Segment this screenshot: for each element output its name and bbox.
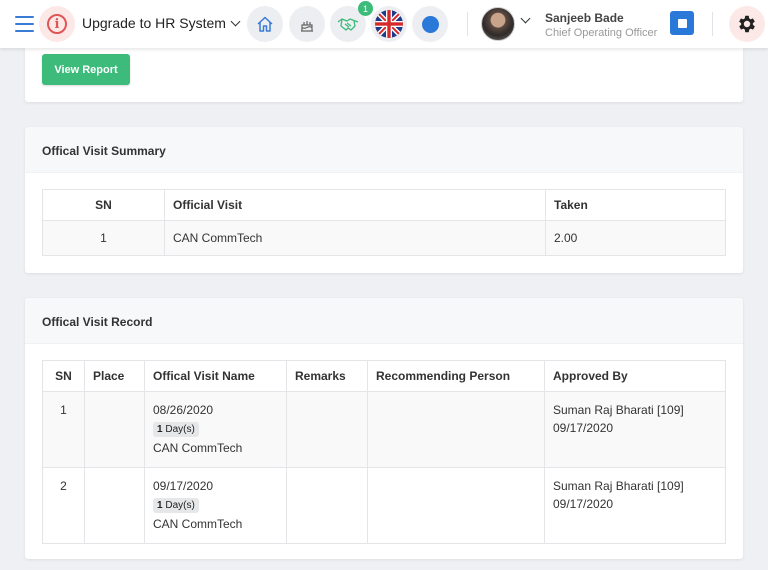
calendar-button[interactable] xyxy=(670,11,694,35)
column-header: Taken xyxy=(545,189,726,221)
visit-date: 08/26/2020 xyxy=(153,403,214,417)
column-header: Offical Visit Name xyxy=(144,360,287,392)
visit-date: 09/17/2020 xyxy=(153,479,214,493)
hamburger-icon[interactable] xyxy=(15,16,34,32)
column-header: Place xyxy=(84,360,145,392)
user-role: Chief Operating Officer xyxy=(545,27,658,39)
info-icon: i xyxy=(47,14,67,34)
birthday-button[interactable] xyxy=(289,6,325,42)
table-row: 2 09/17/2020 1 Day(s) CAN CommTech Suman… xyxy=(42,467,726,544)
upgrade-dropdown[interactable]: Upgrade to HR System xyxy=(82,15,241,31)
column-header: SN xyxy=(42,360,85,392)
recommending-cell xyxy=(367,391,545,468)
approved-date: 09/17/2020 xyxy=(553,497,614,511)
user-menu-chevron-icon[interactable] xyxy=(520,13,531,24)
duration-badge: 1 Day(s) xyxy=(153,498,199,513)
home-icon xyxy=(257,16,273,32)
gear-icon xyxy=(739,15,755,33)
approved-date: 09/17/2020 xyxy=(553,421,614,435)
column-header: SN xyxy=(42,189,165,221)
visit-name: CAN CommTech xyxy=(153,441,243,455)
approver-name: Suman Raj Bharati [109] xyxy=(553,403,684,417)
status-dot-icon xyxy=(421,15,439,33)
sn-cell: 2 xyxy=(42,467,85,544)
taken-cell: 2.00 xyxy=(545,220,726,256)
uk-flag-icon xyxy=(375,10,403,38)
report-filter-card: View Report xyxy=(25,48,743,102)
summary-table: SN Official Visit Taken 1 CAN CommTech 2… xyxy=(42,189,726,256)
visit-name: CAN CommTech xyxy=(153,517,243,531)
table-row: 1 CAN CommTech 2.00 xyxy=(42,220,726,256)
visit-record-card: Offical Visit Record SN Place Offical Vi… xyxy=(25,298,743,559)
remarks-cell xyxy=(286,391,368,468)
remarks-cell xyxy=(286,467,368,544)
info-button[interactable]: i xyxy=(39,6,75,42)
recommending-cell xyxy=(367,467,545,544)
chevron-down-icon xyxy=(230,16,241,26)
divider xyxy=(712,12,713,36)
card-title: Offical Visit Summary xyxy=(25,127,743,173)
approved-by-cell: Suman Raj Bharati [109] 09/17/2020 xyxy=(544,391,726,468)
duration-count: 1 xyxy=(157,500,163,511)
notification-badge: 1 xyxy=(358,1,373,16)
card-title: Offical Visit Record xyxy=(25,298,743,344)
language-button[interactable] xyxy=(371,6,407,42)
handshake-icon xyxy=(337,18,359,31)
status-button[interactable] xyxy=(412,6,448,42)
avatar[interactable] xyxy=(481,7,515,41)
place-cell xyxy=(84,467,145,544)
home-button[interactable] xyxy=(247,6,283,42)
column-header: Recommending Person xyxy=(367,360,545,392)
top-navbar: i Upgrade to HR System 1 Sanjeeb Bade Ch… xyxy=(0,0,768,48)
user-name: Sanjeeb Bade xyxy=(545,11,624,25)
visit-name-cell: 08/26/2020 1 Day(s) CAN CommTech xyxy=(144,391,287,468)
duration-unit: Day(s) xyxy=(165,424,195,435)
column-header: Remarks xyxy=(286,360,368,392)
upgrade-label: Upgrade to HR System xyxy=(82,15,226,31)
record-table: SN Place Offical Visit Name Remarks Reco… xyxy=(42,360,726,544)
visit-name-cell: 09/17/2020 1 Day(s) CAN CommTech xyxy=(144,467,287,544)
column-header: Official Visit xyxy=(164,189,546,221)
settings-button[interactable] xyxy=(729,6,765,42)
approved-by-cell: Suman Raj Bharati [109] 09/17/2020 xyxy=(544,467,726,544)
place-cell xyxy=(84,391,145,468)
table-row: 1 08/26/2020 1 Day(s) CAN CommTech Suman… xyxy=(42,391,726,468)
approver-name: Suman Raj Bharati [109] xyxy=(553,479,684,493)
column-header: Approved By xyxy=(544,360,726,392)
duration-badge: 1 Day(s) xyxy=(153,422,199,437)
duration-unit: Day(s) xyxy=(165,500,195,511)
visit-cell: CAN CommTech xyxy=(164,220,546,256)
cake-icon xyxy=(301,21,313,32)
sn-cell: 1 xyxy=(42,391,85,468)
duration-count: 1 xyxy=(157,424,163,435)
sn-cell: 1 xyxy=(42,220,165,256)
view-report-button[interactable]: View Report xyxy=(42,54,130,85)
visit-summary-card: Offical Visit Summary SN Official Visit … xyxy=(25,127,743,273)
divider xyxy=(467,12,468,36)
calendar-icon xyxy=(677,18,687,28)
